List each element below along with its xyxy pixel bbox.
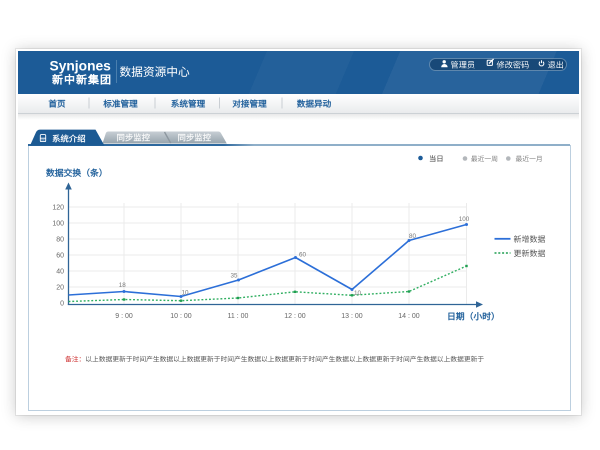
svg-text:Synjones: Synjones	[50, 59, 112, 74]
svg-text:80: 80	[56, 237, 64, 244]
svg-text:100: 100	[52, 221, 64, 228]
svg-text:60: 60	[56, 253, 64, 260]
svg-text:20: 20	[56, 285, 64, 292]
svg-text:100: 100	[459, 216, 470, 223]
svg-text:80: 80	[409, 233, 417, 240]
svg-text:18: 18	[119, 282, 127, 289]
svg-text:10 : 00: 10 : 00	[170, 313, 192, 320]
svg-text:0: 0	[60, 301, 64, 308]
svg-text:14 : 00: 14 : 00	[398, 313, 420, 320]
svg-text:120: 120	[52, 205, 64, 212]
svg-text:11 : 00: 11 : 00	[228, 313, 249, 320]
svg-text:12 : 00: 12 : 00	[284, 313, 306, 320]
svg-text:40: 40	[56, 269, 64, 276]
svg-text:13 : 00: 13 : 00	[341, 313, 363, 320]
svg-text:10: 10	[181, 290, 189, 297]
svg-text:35: 35	[230, 273, 238, 280]
svg-text:10: 10	[354, 290, 362, 297]
svg-text:9 : 00: 9 : 00	[115, 313, 133, 320]
svg-text:60: 60	[299, 252, 307, 259]
